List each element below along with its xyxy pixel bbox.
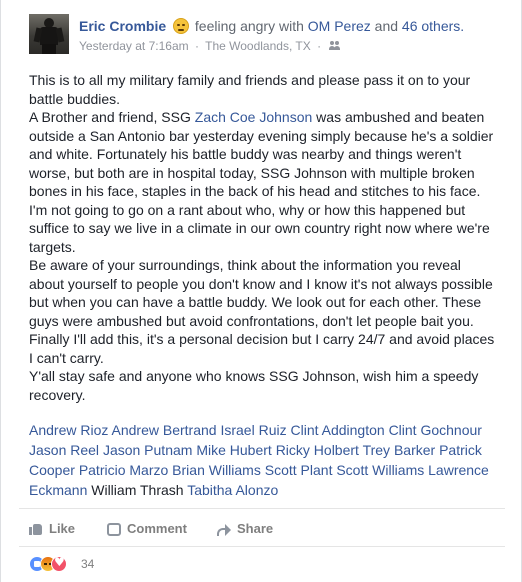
share-icon	[217, 524, 231, 536]
divider	[19, 546, 505, 547]
post-card: Eric Crombie feeling angry with OM Perez…	[0, 0, 522, 582]
location-link[interactable]: The Woodlands, TX	[205, 39, 311, 53]
reaction-count[interactable]: 34	[81, 556, 94, 572]
avatar[interactable]	[29, 14, 69, 54]
tag-link[interactable]: Trey Barker	[363, 442, 436, 458]
feeling-text: feeling angry with	[194, 18, 304, 34]
separator: ·	[317, 39, 322, 53]
tag-link[interactable]: Jason Reel	[29, 442, 99, 458]
post-paragraph: A Brother and friend, SSG Zach Coe Johns…	[29, 109, 494, 199]
tag-link[interactable]: Patricio Marzo	[79, 462, 168, 478]
tagged-friends: Andrew Rioz Andrew Bertrand Israel Ruiz …	[29, 420, 499, 500]
post-paragraph: I'm not going to go on a rant about who,…	[29, 201, 490, 255]
share-button[interactable]: Share	[217, 518, 273, 540]
post-meta: Yesterday at 7:16am · The Woodlands, TX …	[79, 38, 341, 54]
like-button[interactable]: Like	[29, 518, 75, 540]
and-text: and	[374, 18, 399, 34]
tagged-others-link[interactable]: 46 others.	[402, 18, 464, 34]
friends-audience-icon[interactable]	[329, 41, 341, 51]
love-reaction-icon	[51, 555, 67, 572]
timestamp-link[interactable]: Yesterday at 7:16am	[79, 39, 189, 53]
tag-link[interactable]: Tabitha Alonzo	[187, 482, 278, 498]
comment-label: Comment	[127, 521, 187, 536]
tag-link[interactable]: Clint Addington	[290, 422, 384, 438]
post-paragraph: This is to all my military family and fr…	[29, 72, 471, 107]
author-name[interactable]: Eric Crombie	[79, 18, 166, 34]
post-paragraph: Y'all stay safe and anyone who knows SSG…	[29, 368, 479, 403]
tag-link[interactable]: Mike Hubert	[196, 442, 271, 458]
post-header: Eric Crombie feeling angry with OM Perez…	[29, 14, 509, 58]
separator: ·	[194, 39, 199, 53]
tag-link[interactable]: Andrew Rioz	[29, 422, 108, 438]
post-paragraph: Be aware of your surroundings, think abo…	[29, 257, 495, 366]
tag-link[interactable]: Ricky Holbert	[276, 442, 359, 458]
tag-link[interactable]: Jason Putnam	[103, 442, 193, 458]
thumbs-up-icon	[29, 522, 43, 536]
divider	[19, 508, 505, 509]
tagged-user-link[interactable]: OM Perez	[308, 18, 371, 34]
like-label: Like	[49, 521, 76, 536]
comment-icon	[107, 523, 121, 536]
tag-link[interactable]: Scott Plant	[265, 462, 333, 478]
comment-button[interactable]: Comment	[107, 518, 187, 540]
tag-link[interactable]: Brian Williams	[172, 462, 261, 478]
share-label: Share	[237, 521, 274, 536]
angry-emoji-icon	[173, 18, 190, 34]
tag-plain-text: William Thrash	[91, 482, 184, 498]
tag-link[interactable]: Israel Ruiz	[220, 422, 286, 438]
tag-link[interactable]: Scott Williams	[336, 462, 424, 478]
post-body: This is to all my military family and fr…	[29, 71, 499, 404]
tag-link[interactable]: Clint Gochnour	[389, 422, 482, 438]
post-title-line: Eric Crombie feeling angry with OM Perez…	[79, 17, 464, 35]
mention-link[interactable]: Zach Coe Johnson	[195, 109, 313, 125]
tag-link[interactable]: Andrew Bertrand	[112, 422, 217, 438]
